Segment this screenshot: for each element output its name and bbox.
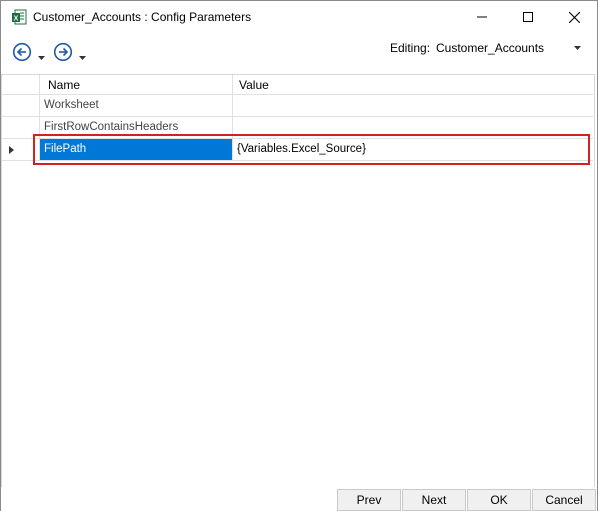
row-header-corner	[2, 75, 40, 94]
svg-text:X: X	[14, 16, 19, 23]
grid-row-worksheet[interactable]: Worksheet	[2, 95, 593, 117]
maximize-icon	[523, 12, 533, 22]
grid-border	[1, 74, 2, 487]
parameters-grid: Name Value Worksheet FirstRowContainsHea…	[2, 74, 595, 487]
cell-name[interactable]: FirstRowContainsHeaders	[40, 117, 233, 138]
ok-button[interactable]: OK	[467, 489, 531, 511]
grid-border	[594, 74, 595, 487]
cell-value[interactable]	[233, 95, 593, 116]
arrow-left-circle-icon	[12, 42, 32, 62]
cell-name[interactable]: Worksheet	[40, 95, 233, 116]
column-header-name[interactable]: Name	[40, 75, 233, 94]
caret-down-icon	[79, 56, 86, 60]
back-dropdown-caret[interactable]	[38, 50, 45, 60]
row-header[interactable]	[2, 117, 40, 138]
prev-button[interactable]: Prev	[337, 489, 401, 511]
grid-header-row: Name Value	[2, 75, 593, 95]
dialog-footer: Prev Next OK Cancel	[1, 487, 597, 511]
arrow-right-circle-icon	[53, 42, 73, 62]
maximize-button[interactable]	[505, 1, 551, 33]
back-button[interactable]	[12, 42, 32, 62]
next-button[interactable]: Next	[402, 489, 466, 511]
cell-value[interactable]	[233, 117, 593, 138]
forward-dropdown-caret[interactable]	[79, 50, 86, 60]
row-header[interactable]	[2, 95, 40, 116]
excel-icon: X	[11, 9, 27, 25]
cancel-button[interactable]: Cancel	[532, 489, 596, 511]
grid-row-firstrowcontainsheaders[interactable]: FirstRowContainsHeaders	[2, 117, 593, 139]
grid-row-filepath[interactable]: FilePath {Variables.Excel_Source}	[2, 139, 593, 161]
editing-label: Editing:	[390, 41, 431, 55]
close-button[interactable]	[551, 1, 597, 33]
config-parameters-dialog: X Customer_Accounts : Config Parameters	[0, 0, 598, 511]
toolbar: Editing: Customer_Accounts	[1, 33, 597, 73]
dropdown-arrow-icon	[574, 46, 581, 50]
current-row-arrow-icon	[9, 146, 14, 154]
caret-down-icon	[38, 56, 45, 60]
row-header[interactable]	[2, 139, 40, 160]
minimize-button[interactable]	[459, 1, 505, 33]
forward-button[interactable]	[53, 42, 73, 62]
cell-value[interactable]: {Variables.Excel_Source}	[233, 139, 593, 160]
column-header-value[interactable]: Value	[233, 75, 593, 94]
title-bar: X Customer_Accounts : Config Parameters	[1, 1, 597, 33]
window-title: Customer_Accounts : Config Parameters	[33, 10, 252, 24]
editing-selected-value: Customer_Accounts	[436, 41, 545, 55]
minimize-icon	[477, 16, 487, 18]
editing-select[interactable]: Customer_Accounts	[433, 38, 585, 58]
close-icon	[568, 11, 580, 23]
cell-name[interactable]: FilePath	[40, 139, 233, 160]
